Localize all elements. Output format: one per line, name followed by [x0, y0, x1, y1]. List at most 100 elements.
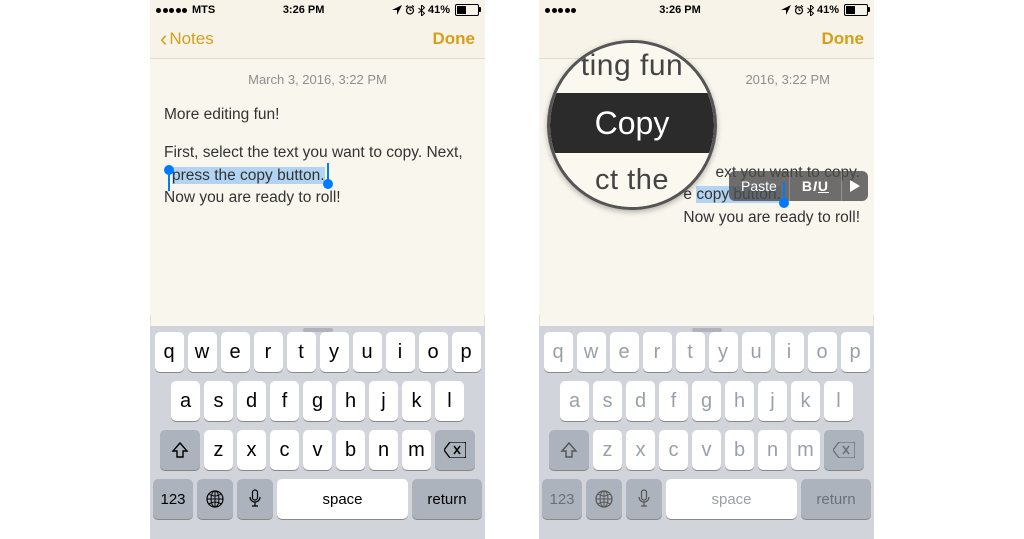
keyboard-row-1: qwertyuiop: [542, 332, 871, 372]
keyboard-handle[interactable]: [692, 328, 722, 332]
bluetooth-icon: [418, 5, 425, 16]
done-button[interactable]: Done: [822, 29, 865, 49]
key-r[interactable]: r: [643, 332, 672, 372]
return-key[interactable]: return: [412, 479, 482, 519]
keyboard-row-2: asdfghjkl: [542, 381, 871, 421]
key-z[interactable]: z: [593, 430, 622, 470]
keyboard-handle[interactable]: [303, 328, 333, 332]
key-k[interactable]: k: [791, 381, 820, 421]
return-key[interactable]: return: [801, 479, 871, 519]
location-icon: [781, 5, 791, 15]
dictation-key[interactable]: [237, 479, 273, 519]
numbers-key[interactable]: 123: [153, 479, 193, 519]
key-e[interactable]: e: [221, 332, 250, 372]
key-k[interactable]: k: [402, 381, 431, 421]
key-j[interactable]: j: [758, 381, 787, 421]
key-h[interactable]: h: [336, 381, 365, 421]
key-n[interactable]: n: [758, 430, 787, 470]
alarm-icon: [405, 5, 415, 15]
shift-key[interactable]: [160, 430, 200, 470]
selection-handle-end[interactable]: [779, 198, 789, 208]
key-d[interactable]: d: [237, 381, 266, 421]
status-bar: 3:26 PM 41%: [539, 0, 874, 20]
copy-menu-item-magnified[interactable]: Copy: [550, 93, 714, 153]
signal-strength-icon: [545, 8, 576, 13]
key-f[interactable]: f: [659, 381, 688, 421]
key-l[interactable]: l: [824, 381, 853, 421]
more-menu-item[interactable]: [842, 171, 868, 201]
space-key[interactable]: space: [277, 479, 408, 519]
key-r[interactable]: r: [254, 332, 283, 372]
keyboard[interactable]: qwertyuiop asdfghjkl zxcvbnm 123 space r…: [150, 326, 485, 539]
dictation-key[interactable]: [626, 479, 662, 519]
key-z[interactable]: z: [204, 430, 233, 470]
key-c[interactable]: c: [659, 430, 688, 470]
key-q[interactable]: q: [544, 332, 573, 372]
phone-screenshot-2: 3:26 PM 41% Done 2016, 3:22 PM: [539, 0, 874, 539]
key-m[interactable]: m: [791, 430, 820, 470]
key-w[interactable]: w: [577, 332, 606, 372]
backspace-key[interactable]: [435, 430, 475, 470]
key-v[interactable]: v: [692, 430, 721, 470]
shift-key[interactable]: [549, 430, 589, 470]
key-c[interactable]: c: [270, 430, 299, 470]
key-g[interactable]: g: [303, 381, 332, 421]
done-button[interactable]: Done: [433, 29, 476, 49]
selected-text[interactable]: press the copy button.: [172, 167, 325, 184]
key-q[interactable]: q: [155, 332, 184, 372]
key-y[interactable]: y: [320, 332, 349, 372]
key-t[interactable]: t: [287, 332, 316, 372]
key-i[interactable]: i: [775, 332, 804, 372]
backspace-key[interactable]: [824, 430, 864, 470]
key-w[interactable]: w: [188, 332, 217, 372]
space-key[interactable]: space: [666, 479, 797, 519]
bluetooth-icon: [807, 5, 814, 16]
note-body[interactable]: March 3, 2016, 3:22 PM More editing fun!…: [150, 59, 485, 315]
key-x[interactable]: x: [626, 430, 655, 470]
key-h[interactable]: h: [725, 381, 754, 421]
key-u[interactable]: u: [353, 332, 382, 372]
key-o[interactable]: o: [419, 332, 448, 372]
magnified-text-top: ting fun: [550, 49, 714, 83]
key-f[interactable]: f: [270, 381, 299, 421]
selection-handle-start[interactable]: [164, 165, 174, 175]
globe-key[interactable]: [586, 479, 622, 519]
key-a[interactable]: a: [171, 381, 200, 421]
key-p[interactable]: p: [841, 332, 870, 372]
key-b[interactable]: b: [725, 430, 754, 470]
paste-menu-item[interactable]: Paste: [729, 171, 790, 201]
key-m[interactable]: m: [402, 430, 431, 470]
key-n[interactable]: n: [369, 430, 398, 470]
note-line-1: More editing fun!: [164, 104, 471, 126]
key-u[interactable]: u: [742, 332, 771, 372]
globe-key[interactable]: [197, 479, 233, 519]
key-b[interactable]: b: [336, 430, 365, 470]
key-o[interactable]: o: [808, 332, 837, 372]
key-x[interactable]: x: [237, 430, 266, 470]
keyboard[interactable]: qwertyuiop asdfghjkl zxcvbnm 123 space r…: [539, 326, 874, 539]
chevron-left-icon: ‹: [160, 28, 167, 50]
location-icon: [392, 5, 402, 15]
key-y[interactable]: y: [709, 332, 738, 372]
selection-handle-end[interactable]: [323, 179, 333, 189]
numbers-key[interactable]: 123: [542, 479, 582, 519]
magnifier-loupe: ting fun Copy ct the: [547, 40, 717, 210]
back-button[interactable]: ‹ Notes: [160, 28, 214, 50]
biu-menu-item[interactable]: BIU: [790, 171, 842, 201]
key-d[interactable]: d: [626, 381, 655, 421]
key-l[interactable]: l: [435, 381, 464, 421]
key-a[interactable]: a: [560, 381, 589, 421]
key-s[interactable]: s: [593, 381, 622, 421]
key-j[interactable]: j: [369, 381, 398, 421]
key-i[interactable]: i: [386, 332, 415, 372]
status-bar: MTS 3:26 PM 41%: [150, 0, 485, 20]
signal-strength-icon: [156, 8, 187, 13]
phone-screenshot-1: MTS 3:26 PM 41% ‹ Notes: [150, 0, 485, 539]
key-p[interactable]: p: [452, 332, 481, 372]
key-e[interactable]: e: [610, 332, 639, 372]
key-g[interactable]: g: [692, 381, 721, 421]
key-s[interactable]: s: [204, 381, 233, 421]
key-v[interactable]: v: [303, 430, 332, 470]
key-t[interactable]: t: [676, 332, 705, 372]
battery-icon: [455, 4, 479, 16]
